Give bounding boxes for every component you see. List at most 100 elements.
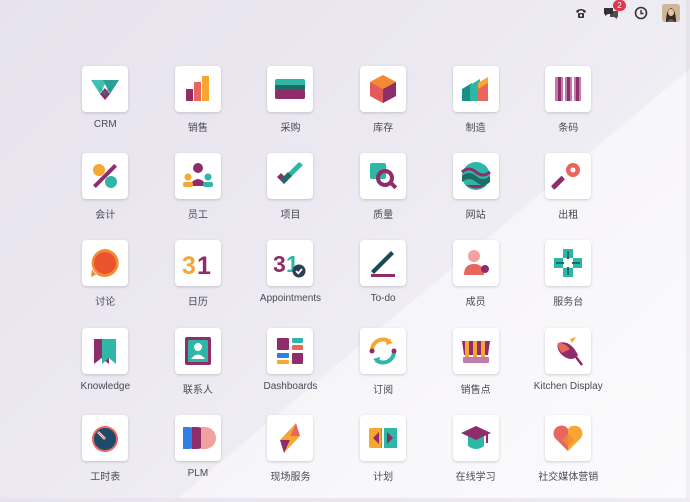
members-icon xyxy=(463,250,489,276)
app-field-service[interactable]: 现场服务 xyxy=(244,414,337,502)
svg-text:1: 1 xyxy=(197,252,211,280)
app-tile[interactable] xyxy=(174,327,221,374)
app-website[interactable]: 网站 xyxy=(429,153,522,240)
app-tile[interactable] xyxy=(452,327,499,374)
todo-icon xyxy=(371,251,396,278)
barcode-icon xyxy=(555,77,582,101)
app-social-marketing[interactable]: 社交媒体营销 xyxy=(522,414,615,502)
app-label: Appointments xyxy=(259,293,322,305)
app-timesheets[interactable]: 工时表 xyxy=(59,414,152,502)
quality-icon xyxy=(370,163,398,190)
app-plm[interactable]: PLM xyxy=(152,414,245,502)
project-icon xyxy=(277,162,304,185)
scrollbar[interactable] xyxy=(686,0,690,498)
app-label: 网站 xyxy=(465,210,486,222)
app-label: 采购 xyxy=(280,123,301,134)
app-sales[interactable]: 销售 xyxy=(152,66,245,153)
app-elearning[interactable]: 在线学习 xyxy=(429,414,522,502)
app-tile[interactable] xyxy=(545,240,592,287)
phone-icon[interactable] xyxy=(572,4,590,22)
app-subscriptions[interactable]: 订阅 xyxy=(337,327,430,415)
app-tile[interactable] xyxy=(452,153,499,200)
plm-icon xyxy=(182,426,216,449)
app-project[interactable]: 项目 xyxy=(244,153,337,240)
app-crm[interactable]: CRM xyxy=(59,66,152,153)
app-tile[interactable] xyxy=(545,414,592,461)
app-dashboards[interactable]: Dashboards xyxy=(244,327,337,415)
inventory-icon xyxy=(370,75,397,103)
purchase-icon xyxy=(275,79,306,99)
app-label: 服务台 xyxy=(553,297,584,309)
activity-clock-icon[interactable] xyxy=(632,4,650,22)
app-label: 社交媒体营销 xyxy=(538,471,599,483)
app-tile[interactable]: 3 1 xyxy=(267,240,314,287)
app-point-of-sale[interactable]: 销售点 xyxy=(429,327,522,415)
planning-icon xyxy=(369,425,398,450)
app-todo[interactable]: To-do xyxy=(337,240,430,327)
timesheets-icon xyxy=(92,425,119,452)
app-employees[interactable]: 员工 xyxy=(152,153,245,240)
app-contacts[interactable]: 联系人 xyxy=(152,327,245,415)
app-tile[interactable] xyxy=(452,240,499,287)
app-tile[interactable] xyxy=(174,153,221,200)
app-tile[interactable] xyxy=(545,327,592,374)
messages-badge: 2 xyxy=(613,0,626,11)
app-label: 会计 xyxy=(95,210,116,222)
user-avatar[interactable] xyxy=(662,4,680,22)
app-kitchen-display[interactable]: Kitchen Display xyxy=(522,327,615,415)
app-barcode[interactable]: 条码 xyxy=(522,66,615,153)
app-tile[interactable] xyxy=(545,66,592,112)
app-planning[interactable]: 计划 xyxy=(337,414,430,502)
discuss-icon xyxy=(91,249,119,278)
app-tile[interactable] xyxy=(452,414,499,461)
app-tile[interactable] xyxy=(360,327,407,374)
app-tile[interactable] xyxy=(360,153,407,200)
app-label: 在线学习 xyxy=(455,471,496,483)
app-tile[interactable] xyxy=(82,240,129,287)
app-members[interactable]: 成员 xyxy=(429,240,522,327)
app-tile[interactable] xyxy=(82,327,129,374)
app-helpdesk[interactable]: 服务台 xyxy=(522,240,615,327)
app-tile[interactable] xyxy=(267,327,314,374)
svg-text:3: 3 xyxy=(182,252,196,280)
app-knowledge[interactable]: Knowledge xyxy=(59,327,152,415)
app-label: 员工 xyxy=(187,210,208,222)
app-tile[interactable] xyxy=(174,66,221,112)
app-label: 库存 xyxy=(373,123,394,134)
app-label: Dashboards xyxy=(263,380,318,392)
app-label: 项目 xyxy=(280,210,301,222)
appointments-icon: 3 1 xyxy=(273,251,306,278)
messages-button[interactable]: 2 xyxy=(602,0,626,22)
app-inventory[interactable]: 库存 xyxy=(337,66,430,153)
app-label: 订阅 xyxy=(373,384,394,396)
accounting-icon xyxy=(93,164,118,189)
app-tile[interactable] xyxy=(360,414,407,461)
app-discuss[interactable]: 讨论 xyxy=(59,240,152,327)
app-label: 工时表 xyxy=(90,471,121,483)
app-tile[interactable] xyxy=(360,66,407,112)
app-tile[interactable] xyxy=(267,414,314,461)
app-label: 销售点 xyxy=(460,384,491,396)
app-tile[interactable] xyxy=(267,66,314,112)
app-calendar[interactable]: 3 1 日历 xyxy=(152,240,245,327)
app-tile[interactable] xyxy=(545,153,592,200)
app-accounting[interactable]: 会计 xyxy=(59,153,152,240)
app-tile[interactable] xyxy=(82,153,129,200)
social-marketing-icon xyxy=(553,425,583,451)
app-quality[interactable]: 质量 xyxy=(337,153,430,240)
app-tile[interactable] xyxy=(452,66,499,112)
app-purchase[interactable]: 采购 xyxy=(244,66,337,153)
app-tile[interactable] xyxy=(267,153,314,200)
app-tile[interactable] xyxy=(174,414,221,461)
app-tile[interactable] xyxy=(82,66,129,112)
app-tile[interactable]: 3 1 xyxy=(174,240,221,287)
kitchen-display-icon xyxy=(557,336,584,366)
app-label: 日历 xyxy=(187,297,208,309)
app-tile[interactable] xyxy=(360,240,407,287)
app-rental[interactable]: 出租 xyxy=(522,153,615,240)
app-manufacturing[interactable]: 制造 xyxy=(429,66,522,153)
app-appointments[interactable]: 3 1 Appointments xyxy=(244,240,337,327)
app-grid: CRM 销售 采购 库存 制造 条码 会计 员工 项目 质量 网站 出租 讨论 … xyxy=(59,66,615,502)
app-tile[interactable] xyxy=(82,414,129,461)
rental-icon xyxy=(551,163,581,190)
